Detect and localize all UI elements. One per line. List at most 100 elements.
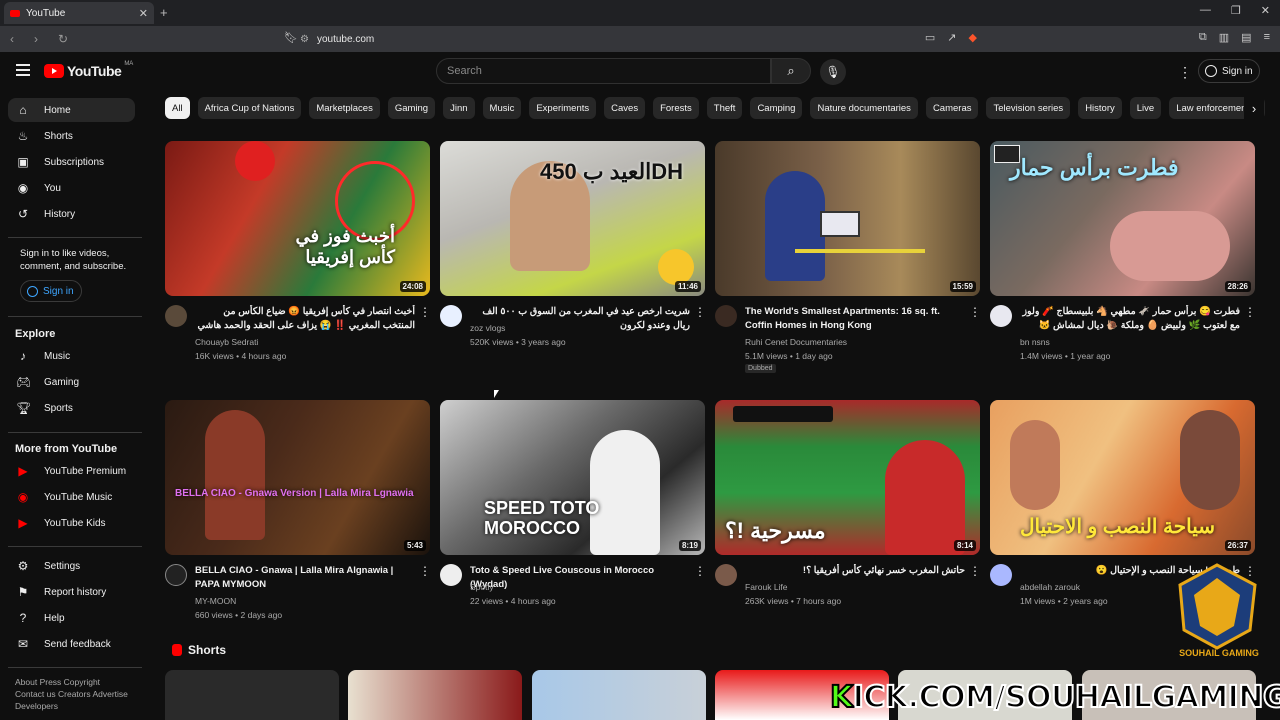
footer-line[interactable]: About Press Copyright [15,676,140,688]
sidebar-item-settings[interactable]: ⚙ Settings [8,554,135,578]
footer-line[interactable]: Contact us Creators Advertise [15,688,140,700]
channel-name[interactable]: Chouayb Sedrati [195,337,258,347]
browser-menu-icon[interactable]: ≡ [1264,31,1270,44]
channel-avatar[interactable] [715,305,737,327]
channel-avatar[interactable] [990,564,1012,586]
video-title[interactable]: حاتش المغرب خسر نهائي كأس أفريقيا ؟! [745,564,965,578]
video-thumbnail[interactable]: سياحة النصب و الاحتيال 26:37 [990,400,1255,555]
channel-name[interactable]: zoz vlogs [470,323,505,333]
sidebar-toggle-icon[interactable]: ▥ [1219,31,1229,44]
video-thumbnail[interactable]: فطرت برأس حمار 28:26 [990,141,1255,296]
chip-television-series[interactable]: Television series [986,97,1071,119]
channel-avatar[interactable] [165,305,187,327]
channel-avatar[interactable] [440,564,462,586]
chip-camping[interactable]: Camping [750,97,803,119]
sidebar-sign-in-button[interactable]: Sign in [20,280,82,302]
extensions-icon[interactable]: ⧉ [1199,31,1207,44]
cast-icon[interactable]: ▭ [925,31,935,44]
video-title[interactable]: BELLA CIAO - Gnawa | Lalla Mira Algnawia… [195,564,415,592]
close-tab-icon[interactable]: ✕ [139,7,148,20]
sidebar-item-report-history[interactable]: ⚑ Report history [8,580,135,604]
video-thumbnail[interactable]: SPEED TOTO MOROCCO 8:19 [440,400,705,555]
chip-theft[interactable]: Theft [706,97,743,119]
chip-marketplaces[interactable]: Marketplaces [309,97,380,119]
short-card[interactable] [165,670,339,720]
back-icon[interactable]: ‹ [10,32,24,46]
short-card[interactable] [348,670,522,720]
more-actions-icon[interactable]: ⋮ [969,564,981,578]
chip-all[interactable]: All [165,97,190,119]
channel-avatar[interactable] [715,564,737,586]
sidebar-item-youtube-premium[interactable]: ▶ YouTube Premium [8,459,135,483]
video-title[interactable]: The World's Smallest Apartments: 16 sq. … [745,305,965,333]
sidebar-item-gaming[interactable]: 🎮︎ Gaming [8,370,135,394]
channel-avatar[interactable] [165,564,187,586]
more-actions-icon[interactable]: ⋮ [969,305,981,319]
chip-music[interactable]: Music [482,97,522,119]
url-field[interactable]: youtube.com [317,34,374,45]
video-thumbnail[interactable]: BELLA CIAO - Gnawa Version | Lalla Mira … [165,400,430,555]
hamburger-menu-icon[interactable] [16,64,30,76]
more-actions-icon[interactable]: ⋮ [419,305,431,319]
footer-line[interactable]: Developers [15,700,140,712]
sidebar-item-send-feedback[interactable]: ✉ Send feedback [8,632,135,656]
chevron-right-icon[interactable]: › [1244,97,1264,119]
sidebar-item-youtube-kids[interactable]: ▶ YouTube Kids [8,511,135,535]
video-thumbnail[interactable]: 15:59 [715,141,980,296]
channel-name[interactable]: Spotly [470,582,494,592]
chip-live[interactable]: Live [1129,97,1162,119]
sidebar-item-help[interactable]: ? Help [8,606,135,630]
chip-caves[interactable]: Caves [604,97,646,119]
more-actions-icon[interactable]: ⋮ [419,564,431,578]
channel-name[interactable]: abdellah zarouk [1020,582,1080,592]
video-title[interactable]: أخبث انتصار في كأس إفريقيا 😡 ضياع الكأس … [195,305,415,333]
minimize-icon[interactable]: — [1200,4,1211,17]
search-input[interactable]: Search [436,58,771,84]
video-title[interactable]: Toto & Speed Live Couscous in Morocco (W… [470,564,690,592]
voice-search-button[interactable]: 🎙︎ [820,59,846,85]
wallet-icon[interactable]: ▤ [1241,31,1251,44]
brave-shield-icon[interactable]: ◆ [968,31,976,44]
chip-africa-cup-of-nations[interactable]: Africa Cup of Nations [197,97,302,119]
channel-name[interactable]: bn nsns [1020,337,1050,347]
sidebar-item-history[interactable]: ↺ History [8,202,135,226]
chip-forests[interactable]: Forests [653,97,699,119]
new-tab-button[interactable]: + [160,5,168,20]
channel-name[interactable]: MY-MOON [195,596,236,606]
more-actions-icon[interactable]: ⋮ [694,564,706,578]
chip-history[interactable]: History [1078,97,1122,119]
sidebar-item-music[interactable]: ♪ Music [8,344,135,368]
chip-experiments[interactable]: Experiments [529,97,597,119]
footer-links[interactable]: About Press Copyright Contact us Creator… [15,676,140,712]
header-sign-in-button[interactable]: Sign in [1198,59,1260,83]
sidebar-item-subscriptions[interactable]: ▣ Subscriptions [8,150,135,174]
window-close-icon[interactable]: ✕ [1261,4,1270,17]
share-icon[interactable]: ↗ [947,31,956,44]
search-button[interactable]: ⌕ [771,58,811,84]
video-title[interactable]: فطرت 😋 برأس حمار 🫏 مطهي 🐴 بلبيسطاج 🧨 ولو… [1020,305,1240,333]
short-card[interactable] [532,670,706,720]
chip-cameras[interactable]: Cameras [925,97,979,119]
site-info-icon[interactable]: ⚙︎ [300,34,309,45]
sidebar-item-home[interactable]: ⌂ Home [8,98,135,122]
settings-menu-icon[interactable]: ⋮ [1178,64,1192,81]
tab-youtube[interactable]: YouTube ✕ [4,2,154,24]
more-actions-icon[interactable]: ⋮ [1244,305,1256,319]
channel-name[interactable]: Ruhi Cenet Documentaries [745,337,847,347]
channel-name[interactable]: Farouk Life [745,582,788,592]
forward-icon[interactable]: › [34,32,48,46]
maximize-icon[interactable]: ❐ [1231,4,1241,17]
reload-icon[interactable]: ↻ [58,32,72,46]
chip-nature-documentaries[interactable]: Nature documentaries [810,97,918,119]
youtube-logo[interactable]: YouTube MA [44,61,133,79]
sidebar-item-you[interactable]: ◉ You [8,176,135,200]
sidebar-item-sports[interactable]: 🏆︎ Sports [8,396,135,420]
sidebar-item-youtube-music[interactable]: ◉ YouTube Music [8,485,135,509]
channel-avatar[interactable] [440,305,462,327]
video-thumbnail[interactable]: العيد ب 450DH 11:46 [440,141,705,296]
channel-avatar[interactable] [990,305,1012,327]
video-thumbnail[interactable]: أخبث فوز في كأس إفريقيا 24:08 [165,141,430,296]
more-actions-icon[interactable]: ⋮ [694,305,706,319]
bookmark-icon[interactable]: 🔖︎ [284,31,298,44]
video-thumbnail[interactable]: مسرحية !؟ 8:14 [715,400,980,555]
